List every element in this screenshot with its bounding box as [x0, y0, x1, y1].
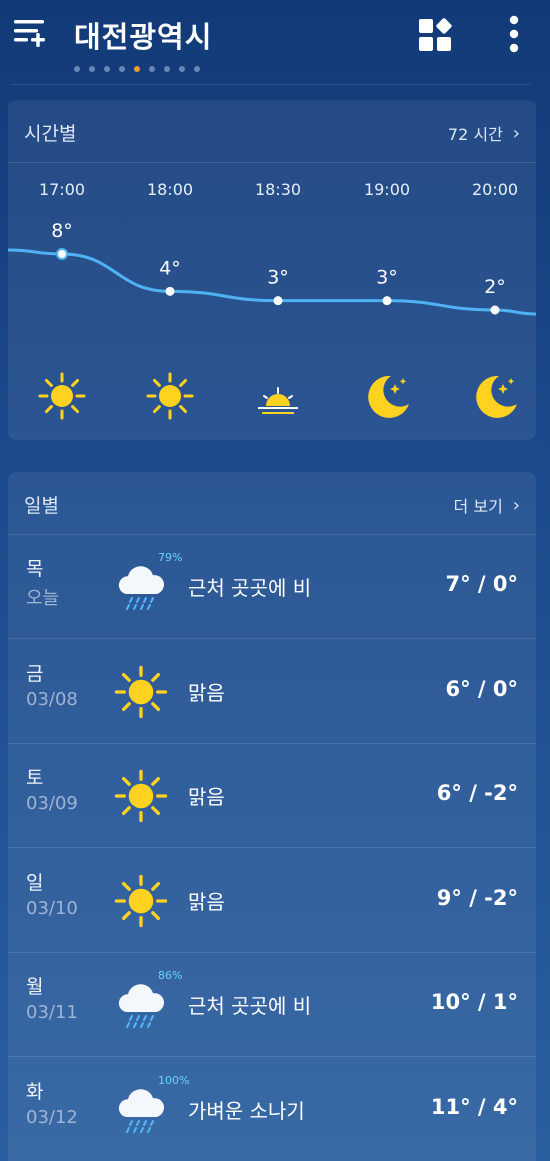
temperature-range: 9° / -2°: [436, 885, 518, 910]
more-link[interactable]: 더 보기 ›: [454, 493, 520, 517]
rain-cloud-icon: [112, 558, 170, 616]
add-location-menu-icon[interactable]: [12, 14, 48, 50]
page-dot[interactable]: [74, 66, 80, 72]
sun-icon: [112, 767, 170, 825]
sunset-icon: [252, 370, 304, 422]
day-date: 03/11: [26, 1002, 78, 1023]
top-bar: 대전광역시: [0, 0, 550, 85]
moon-stars-icon: [469, 370, 521, 422]
day-of-week: 일: [26, 871, 44, 894]
day-date: 03/08: [26, 688, 78, 710]
sun-icon: [36, 370, 88, 422]
sun-icon: [112, 872, 170, 930]
page-dot[interactable]: [134, 66, 140, 72]
day-date: 오늘: [26, 588, 60, 609]
rain-cloud-icon: [112, 976, 170, 1034]
sun-icon: [112, 663, 170, 721]
temperature-point: [165, 286, 175, 296]
sun-icon: [144, 370, 196, 422]
temperature-label: 4°: [159, 257, 181, 279]
moon-stars-icon: [361, 370, 413, 422]
hourly-card: 시간별 72 시간 › 17:00 18:00 18:30 19:00 20:00 8°…: [8, 100, 536, 440]
divider: [12, 84, 530, 85]
day-of-week: 토: [26, 767, 44, 789]
page-dot[interactable]: [104, 66, 110, 72]
daily-title: 일별: [24, 495, 59, 517]
hourly-times: 17:00 18:00 18:30 19:00 20:00: [8, 180, 536, 202]
daily-row[interactable]: 화 03/12 100% 가벼운 소나기 11° / 4°: [8, 1057, 536, 1161]
temperature-range: 6° / -2°: [436, 781, 518, 805]
precipitation-chance: 100%: [158, 1073, 190, 1087]
day-of-week: 금: [26, 662, 44, 685]
temperature-point: [56, 248, 68, 260]
page-dot[interactable]: [179, 66, 185, 72]
more-options-icon[interactable]: [500, 14, 528, 54]
chevron-right-icon: ›: [512, 122, 520, 144]
hourly-temperature-graph: 8° 4° 3° 3° 2°: [8, 220, 536, 316]
temperature-range: 6° / 0°: [445, 676, 518, 701]
precipitation-chance: 86%: [158, 969, 183, 982]
weather-description: 근처 곳곳에 비: [188, 994, 312, 1018]
weather-description: 근처 곳곳에 비: [188, 576, 312, 600]
widgets-icon[interactable]: [416, 16, 454, 54]
temperature-label: 3°: [267, 267, 289, 289]
more-label: 더 보기: [453, 497, 503, 516]
hourly-weather-icons: [8, 370, 536, 430]
hourly-title: 시간별: [24, 123, 77, 145]
page-dot[interactable]: [119, 66, 125, 72]
temperature-label: 2°: [484, 276, 506, 298]
temperature-point: [490, 305, 500, 315]
hour-label: 20:00: [471, 180, 519, 199]
72-hours-label: 72 시간: [447, 125, 503, 144]
precipitation-chance: 79%: [158, 551, 183, 564]
hour-label: 17:00: [38, 180, 86, 199]
temperature-range: 10° / 1°: [430, 990, 518, 1014]
day-date: 03/12: [26, 1106, 78, 1128]
temperature-range: 11° / 4°: [430, 1094, 518, 1119]
72-hours-link[interactable]: 72 시간 ›: [448, 121, 520, 145]
daily-row[interactable]: 금 03/08 맑음 6° / 0°: [8, 639, 536, 744]
day-date: 03/10: [26, 897, 78, 919]
weather-description: 맑음: [188, 680, 225, 705]
page-dot[interactable]: [164, 66, 170, 72]
daily-row[interactable]: 월 03/11 86% 근처 곳곳에 비 10° / 1°: [8, 952, 536, 1057]
page-dot[interactable]: [149, 66, 155, 72]
temperature-point: [273, 296, 283, 306]
temperature-point: [382, 296, 392, 306]
daily-row[interactable]: 목오늘 79% 근처 곳곳에 비 7° / 0°: [8, 534, 536, 639]
page-dot[interactable]: [89, 66, 95, 72]
day-of-week: 화: [26, 1080, 44, 1103]
daily-row[interactable]: 토 03/09 맑음 6° / -2°: [8, 743, 536, 848]
temperature-range: 7° / 0°: [445, 572, 518, 596]
weather-description: 맑음: [188, 785, 225, 809]
temperature-label: 8°: [51, 220, 73, 242]
day-date: 03/09: [26, 793, 78, 814]
chevron-right-icon: ›: [512, 494, 520, 516]
hour-label: 18:00: [146, 180, 194, 199]
weather-description: 맑음: [188, 889, 225, 914]
page-indicator[interactable]: [74, 66, 200, 72]
weather-description: 가벼운 소나기: [188, 1098, 305, 1123]
hour-label: 18:30: [254, 180, 302, 199]
daily-row[interactable]: 일 03/10 맑음 9° / -2°: [8, 848, 536, 953]
rain-cloud-icon: [112, 1081, 170, 1139]
daily-card: 일별 더 보기 › 목오늘 79% 근처 곳곳에 비 7° / 0° 금 03/08 맑음…: [8, 472, 536, 1161]
temperature-label: 3°: [376, 267, 398, 289]
day-of-week: 목: [26, 558, 44, 580]
hour-label: 19:00: [363, 180, 411, 199]
page-dot[interactable]: [194, 66, 200, 72]
day-of-week: 월: [26, 976, 44, 998]
hourly-header: 시간별 72 시간 ›: [8, 100, 536, 163]
daily-header: 일별 더 보기 ›: [8, 472, 536, 535]
page-title: 대전광역시: [74, 20, 213, 54]
